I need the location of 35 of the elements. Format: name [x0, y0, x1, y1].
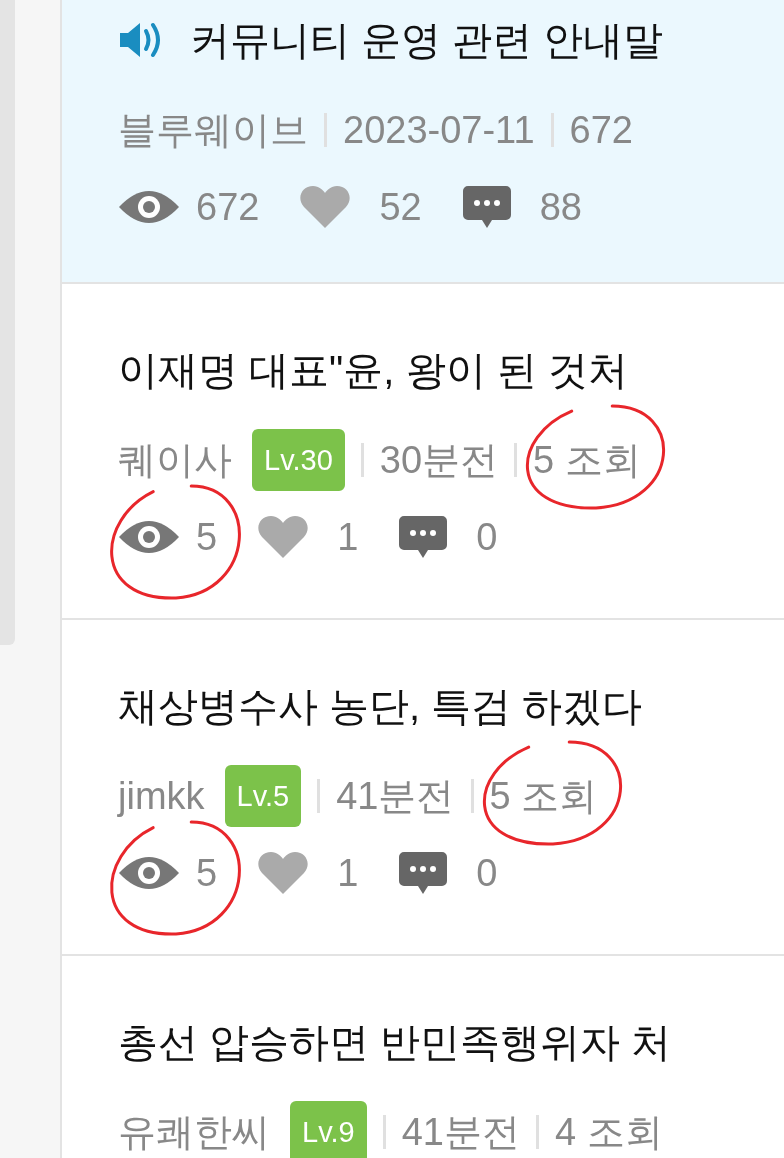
level-badge: Lv.9 [290, 1101, 367, 1158]
view-count: 5 [196, 851, 218, 896]
post-title: 커뮤니티 운영 관련 안내말 [190, 17, 664, 64]
like-count: 52 [379, 185, 422, 230]
comment-icon [461, 184, 512, 230]
post-title: 이재명 대표"윤, 왕이 된 것처 [118, 347, 628, 394]
heart-icon [299, 185, 352, 229]
comment-icon [398, 514, 449, 560]
like-count: 1 [337, 515, 359, 560]
level-badge: Lv.5 [224, 765, 302, 827]
post-date: 41분전 [401, 1110, 520, 1155]
comment-icon [398, 850, 449, 896]
comment-count: 88 [539, 185, 582, 230]
post-date: 30분전 [379, 438, 499, 483]
post-title: 채상병수사 농단, 특검 하겠다 [118, 683, 643, 730]
comment-count: 0 [476, 851, 498, 896]
author-name: jimkk [118, 774, 205, 819]
view-count: 672 [569, 108, 633, 151]
author-name: 유쾌한씨 [118, 1110, 270, 1155]
comment-count: 0 [476, 515, 498, 560]
like-count: 1 [337, 851, 359, 896]
post-title: 총선 압승하면 반민족행위자 처 [118, 1019, 672, 1066]
view-count: 5 조회 [489, 774, 598, 817]
view-count: 5 조회 [533, 438, 641, 481]
author-name: 블루웨이브 [118, 108, 308, 153]
heart-icon [257, 515, 310, 559]
post-date: 41분전 [336, 774, 455, 819]
heart-icon [257, 851, 310, 895]
post-date: 2023-07-11 [343, 108, 535, 153]
view-count: 5 [196, 515, 218, 560]
notice-row[interactable]: 커뮤니티 운영 관련 안내말 블루웨이브 2023-07-11 672 672 52 88 [62, 0, 784, 284]
view-count: 672 [196, 185, 260, 230]
view-count: 4 조회 [554, 1110, 663, 1153]
level-badge: Lv.30 [252, 429, 345, 491]
author-name: 퀘이사 [118, 438, 232, 483]
